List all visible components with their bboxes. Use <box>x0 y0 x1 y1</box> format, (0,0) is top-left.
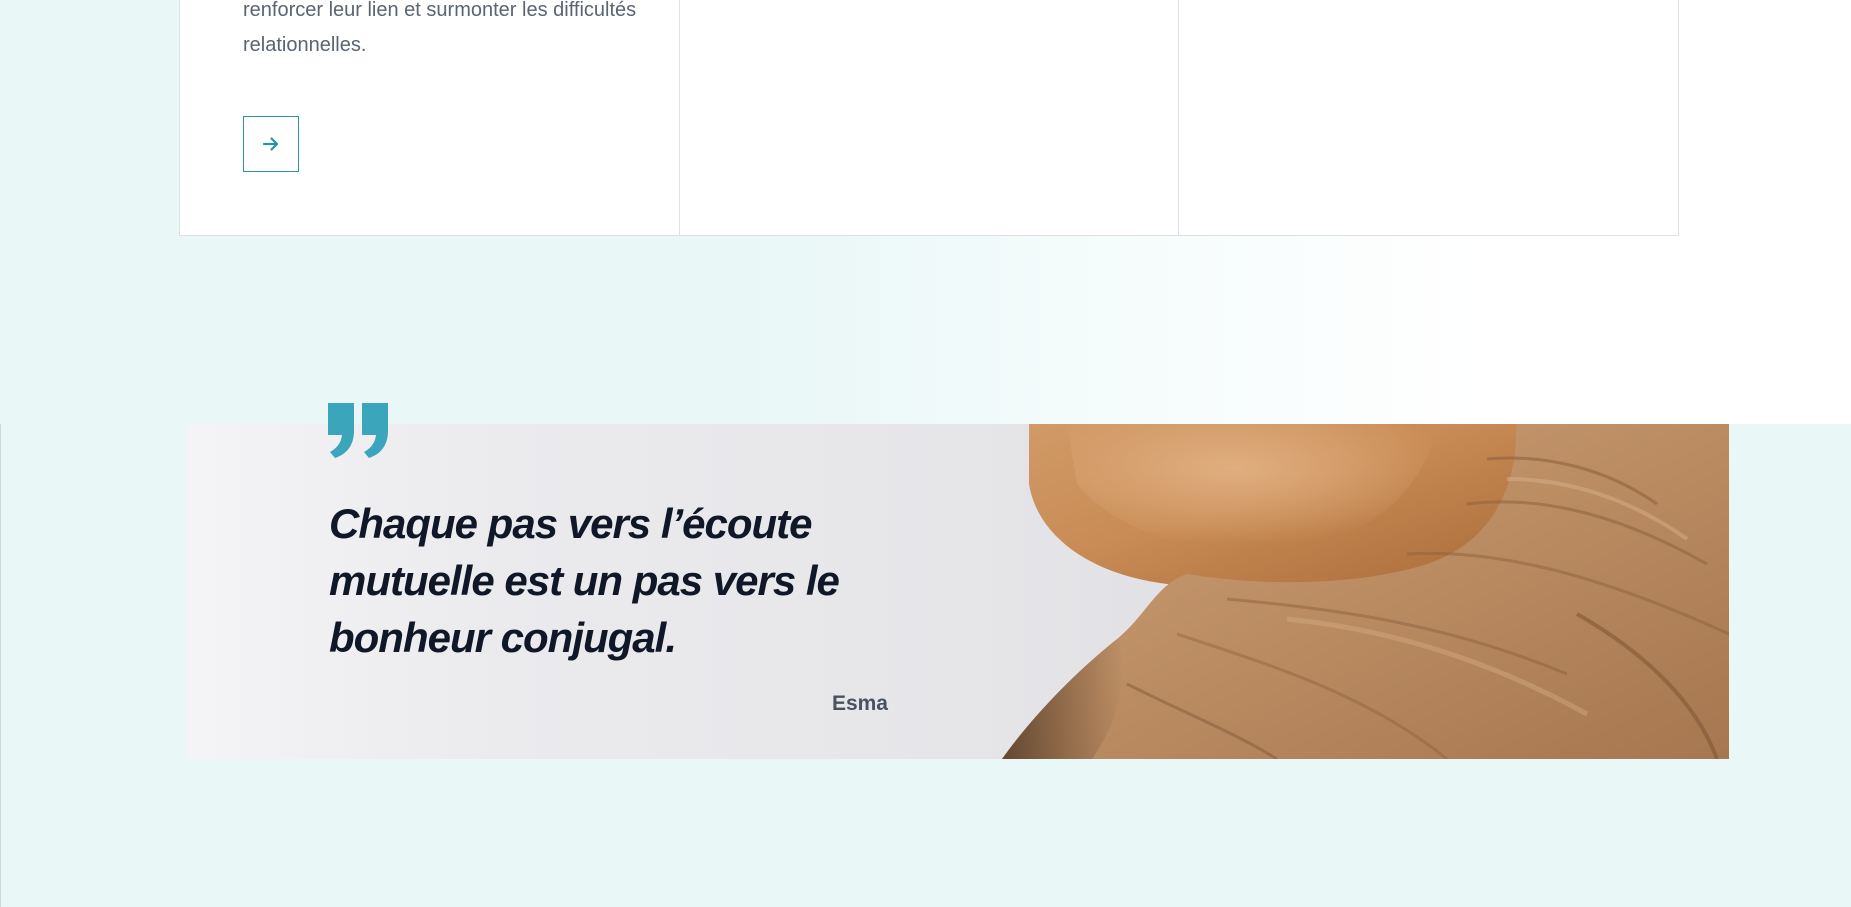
testimonial-author: Esma <box>831 692 888 715</box>
service-card <box>680 0 1180 235</box>
quote-icon <box>328 403 388 458</box>
card-read-more-button[interactable] <box>243 116 299 172</box>
service-card: renforcer leur lien et surmonter les dif… <box>180 0 680 235</box>
service-card <box>1179 0 1678 235</box>
service-card-description: renforcer leur lien et surmonter les dif… <box>243 0 637 56</box>
testimonial-quote: Chaque pas vers l’écoute mutuelle est un… <box>329 500 840 661</box>
arrow-right-icon <box>262 137 279 151</box>
service-cards-row: renforcer leur lien et surmonter les dif… <box>179 0 1679 236</box>
